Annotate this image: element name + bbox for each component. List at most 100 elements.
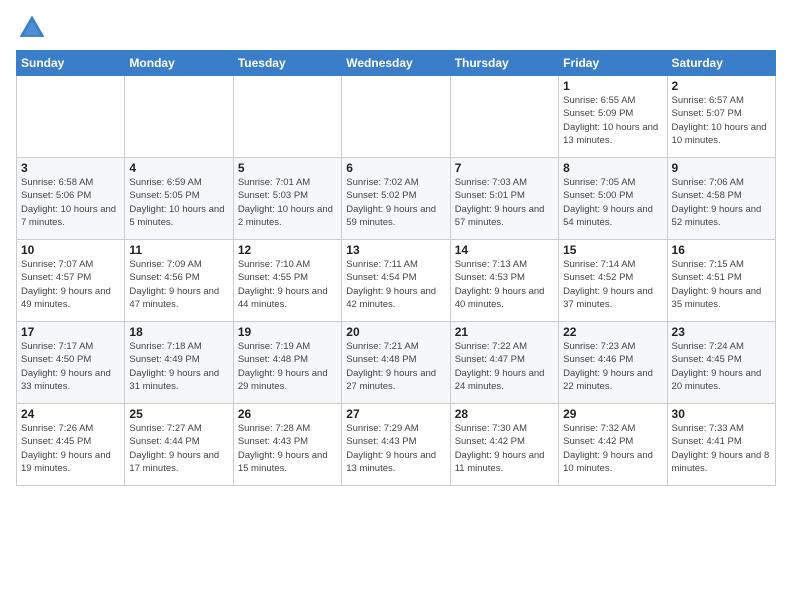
day-info: Sunrise: 6:55 AM Sunset: 5:09 PM Dayligh… xyxy=(563,94,662,147)
weekday-header-wednesday: Wednesday xyxy=(342,51,450,76)
day-cell: 8Sunrise: 7:05 AM Sunset: 5:00 PM Daylig… xyxy=(559,158,667,240)
day-number: 15 xyxy=(563,243,662,257)
day-cell xyxy=(450,76,558,158)
day-info: Sunrise: 7:10 AM Sunset: 4:55 PM Dayligh… xyxy=(238,258,337,311)
day-number: 30 xyxy=(672,407,771,421)
day-cell: 10Sunrise: 7:07 AM Sunset: 4:57 PM Dayli… xyxy=(17,240,125,322)
day-cell: 2Sunrise: 6:57 AM Sunset: 5:07 PM Daylig… xyxy=(667,76,775,158)
day-number: 9 xyxy=(672,161,771,175)
week-row-4: 17Sunrise: 7:17 AM Sunset: 4:50 PM Dayli… xyxy=(17,322,776,404)
day-number: 26 xyxy=(238,407,337,421)
week-row-2: 3Sunrise: 6:58 AM Sunset: 5:06 PM Daylig… xyxy=(17,158,776,240)
day-cell: 19Sunrise: 7:19 AM Sunset: 4:48 PM Dayli… xyxy=(233,322,341,404)
day-number: 5 xyxy=(238,161,337,175)
weekday-header-monday: Monday xyxy=(125,51,233,76)
day-cell: 13Sunrise: 7:11 AM Sunset: 4:54 PM Dayli… xyxy=(342,240,450,322)
day-number: 16 xyxy=(672,243,771,257)
day-number: 3 xyxy=(21,161,120,175)
day-cell: 7Sunrise: 7:03 AM Sunset: 5:01 PM Daylig… xyxy=(450,158,558,240)
day-info: Sunrise: 7:06 AM Sunset: 4:58 PM Dayligh… xyxy=(672,176,771,229)
day-cell: 29Sunrise: 7:32 AM Sunset: 4:42 PM Dayli… xyxy=(559,404,667,486)
day-number: 25 xyxy=(129,407,228,421)
day-cell: 22Sunrise: 7:23 AM Sunset: 4:46 PM Dayli… xyxy=(559,322,667,404)
weekday-row: SundayMondayTuesdayWednesdayThursdayFrid… xyxy=(17,51,776,76)
day-info: Sunrise: 7:26 AM Sunset: 4:45 PM Dayligh… xyxy=(21,422,120,475)
day-cell: 3Sunrise: 6:58 AM Sunset: 5:06 PM Daylig… xyxy=(17,158,125,240)
day-number: 17 xyxy=(21,325,120,339)
day-info: Sunrise: 7:24 AM Sunset: 4:45 PM Dayligh… xyxy=(672,340,771,393)
day-cell xyxy=(233,76,341,158)
day-info: Sunrise: 7:14 AM Sunset: 4:52 PM Dayligh… xyxy=(563,258,662,311)
day-info: Sunrise: 7:30 AM Sunset: 4:42 PM Dayligh… xyxy=(455,422,554,475)
week-row-3: 10Sunrise: 7:07 AM Sunset: 4:57 PM Dayli… xyxy=(17,240,776,322)
calendar: SundayMondayTuesdayWednesdayThursdayFrid… xyxy=(16,50,776,486)
day-cell: 26Sunrise: 7:28 AM Sunset: 4:43 PM Dayli… xyxy=(233,404,341,486)
day-cell: 28Sunrise: 7:30 AM Sunset: 4:42 PM Dayli… xyxy=(450,404,558,486)
day-number: 29 xyxy=(563,407,662,421)
day-cell: 27Sunrise: 7:29 AM Sunset: 4:43 PM Dayli… xyxy=(342,404,450,486)
day-info: Sunrise: 7:09 AM Sunset: 4:56 PM Dayligh… xyxy=(129,258,228,311)
day-number: 10 xyxy=(21,243,120,257)
day-number: 14 xyxy=(455,243,554,257)
day-number: 27 xyxy=(346,407,445,421)
day-info: Sunrise: 7:29 AM Sunset: 4:43 PM Dayligh… xyxy=(346,422,445,475)
day-cell: 1Sunrise: 6:55 AM Sunset: 5:09 PM Daylig… xyxy=(559,76,667,158)
day-info: Sunrise: 7:02 AM Sunset: 5:02 PM Dayligh… xyxy=(346,176,445,229)
day-info: Sunrise: 7:23 AM Sunset: 4:46 PM Dayligh… xyxy=(563,340,662,393)
day-cell: 14Sunrise: 7:13 AM Sunset: 4:53 PM Dayli… xyxy=(450,240,558,322)
day-cell: 16Sunrise: 7:15 AM Sunset: 4:51 PM Dayli… xyxy=(667,240,775,322)
day-info: Sunrise: 7:03 AM Sunset: 5:01 PM Dayligh… xyxy=(455,176,554,229)
page: SundayMondayTuesdayWednesdayThursdayFrid… xyxy=(0,0,792,612)
day-cell: 15Sunrise: 7:14 AM Sunset: 4:52 PM Dayli… xyxy=(559,240,667,322)
day-cell: 17Sunrise: 7:17 AM Sunset: 4:50 PM Dayli… xyxy=(17,322,125,404)
logo xyxy=(16,12,52,44)
day-info: Sunrise: 7:19 AM Sunset: 4:48 PM Dayligh… xyxy=(238,340,337,393)
day-cell: 30Sunrise: 7:33 AM Sunset: 4:41 PM Dayli… xyxy=(667,404,775,486)
day-info: Sunrise: 7:18 AM Sunset: 4:49 PM Dayligh… xyxy=(129,340,228,393)
day-cell: 9Sunrise: 7:06 AM Sunset: 4:58 PM Daylig… xyxy=(667,158,775,240)
day-number: 23 xyxy=(672,325,771,339)
day-info: Sunrise: 7:22 AM Sunset: 4:47 PM Dayligh… xyxy=(455,340,554,393)
week-row-5: 24Sunrise: 7:26 AM Sunset: 4:45 PM Dayli… xyxy=(17,404,776,486)
day-number: 13 xyxy=(346,243,445,257)
day-info: Sunrise: 7:01 AM Sunset: 5:03 PM Dayligh… xyxy=(238,176,337,229)
day-info: Sunrise: 7:21 AM Sunset: 4:48 PM Dayligh… xyxy=(346,340,445,393)
day-info: Sunrise: 7:17 AM Sunset: 4:50 PM Dayligh… xyxy=(21,340,120,393)
day-number: 24 xyxy=(21,407,120,421)
logo-icon xyxy=(16,12,48,44)
day-number: 20 xyxy=(346,325,445,339)
day-number: 28 xyxy=(455,407,554,421)
day-info: Sunrise: 7:27 AM Sunset: 4:44 PM Dayligh… xyxy=(129,422,228,475)
day-number: 6 xyxy=(346,161,445,175)
weekday-header-tuesday: Tuesday xyxy=(233,51,341,76)
day-number: 12 xyxy=(238,243,337,257)
day-cell: 25Sunrise: 7:27 AM Sunset: 4:44 PM Dayli… xyxy=(125,404,233,486)
day-cell: 12Sunrise: 7:10 AM Sunset: 4:55 PM Dayli… xyxy=(233,240,341,322)
week-row-1: 1Sunrise: 6:55 AM Sunset: 5:09 PM Daylig… xyxy=(17,76,776,158)
day-info: Sunrise: 7:15 AM Sunset: 4:51 PM Dayligh… xyxy=(672,258,771,311)
day-number: 22 xyxy=(563,325,662,339)
day-info: Sunrise: 6:59 AM Sunset: 5:05 PM Dayligh… xyxy=(129,176,228,229)
day-info: Sunrise: 7:13 AM Sunset: 4:53 PM Dayligh… xyxy=(455,258,554,311)
day-info: Sunrise: 7:32 AM Sunset: 4:42 PM Dayligh… xyxy=(563,422,662,475)
weekday-header-friday: Friday xyxy=(559,51,667,76)
day-cell: 5Sunrise: 7:01 AM Sunset: 5:03 PM Daylig… xyxy=(233,158,341,240)
day-number: 7 xyxy=(455,161,554,175)
day-cell xyxy=(342,76,450,158)
day-cell: 24Sunrise: 7:26 AM Sunset: 4:45 PM Dayli… xyxy=(17,404,125,486)
weekday-header-sunday: Sunday xyxy=(17,51,125,76)
day-number: 8 xyxy=(563,161,662,175)
day-number: 19 xyxy=(238,325,337,339)
weekday-header-thursday: Thursday xyxy=(450,51,558,76)
day-cell xyxy=(125,76,233,158)
day-cell: 6Sunrise: 7:02 AM Sunset: 5:02 PM Daylig… xyxy=(342,158,450,240)
day-cell: 23Sunrise: 7:24 AM Sunset: 4:45 PM Dayli… xyxy=(667,322,775,404)
day-cell: 18Sunrise: 7:18 AM Sunset: 4:49 PM Dayli… xyxy=(125,322,233,404)
day-cell xyxy=(17,76,125,158)
day-info: Sunrise: 7:11 AM Sunset: 4:54 PM Dayligh… xyxy=(346,258,445,311)
day-info: Sunrise: 7:07 AM Sunset: 4:57 PM Dayligh… xyxy=(21,258,120,311)
day-number: 18 xyxy=(129,325,228,339)
day-info: Sunrise: 7:33 AM Sunset: 4:41 PM Dayligh… xyxy=(672,422,771,475)
calendar-header: SundayMondayTuesdayWednesdayThursdayFrid… xyxy=(17,51,776,76)
weekday-header-saturday: Saturday xyxy=(667,51,775,76)
